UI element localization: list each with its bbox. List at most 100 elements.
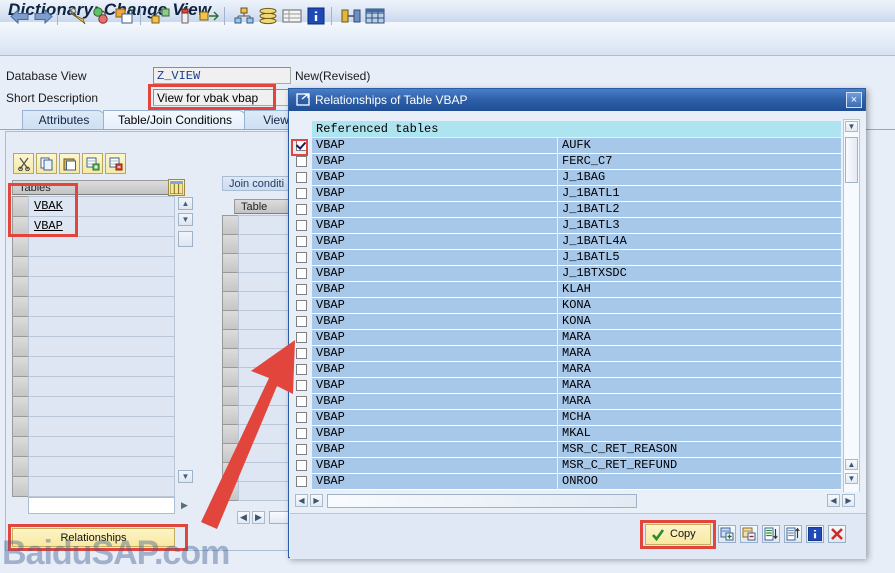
info-icon[interactable]	[305, 5, 327, 27]
table-row-selector[interactable]	[12, 236, 29, 257]
dialog-scroll-thumb[interactable]	[845, 137, 858, 183]
pencil-display-change-icon[interactable]	[66, 5, 88, 27]
grid-icon[interactable]	[364, 5, 386, 27]
database-view-input[interactable]: Z_VIEW	[153, 67, 291, 84]
tables-scroll-up-button[interactable]: ▲	[178, 197, 193, 210]
delete-row-icon[interactable]	[105, 153, 126, 174]
info-icon[interactable]	[806, 525, 824, 543]
table-row-selector[interactable]	[12, 456, 29, 477]
database-object-icon[interactable]	[257, 5, 279, 27]
table-row[interactable]: VBAP J_1BATL5	[290, 250, 866, 266]
hscroll-thumb[interactable]	[327, 494, 637, 508]
copy-icon[interactable]	[36, 153, 57, 174]
table-row[interactable]: VBAP MCHA	[290, 410, 866, 426]
table-row[interactable]	[28, 316, 175, 337]
row-checkbox[interactable]	[296, 172, 307, 183]
hierarchy-icon[interactable]	[233, 5, 255, 27]
table-row[interactable]	[28, 396, 175, 417]
table-contents-icon[interactable]	[281, 5, 303, 27]
table-row[interactable]: VBAP MSR_C_RET_REFUND	[290, 458, 866, 474]
tables-scroll-bottom-button[interactable]: ▼	[178, 470, 193, 483]
table-row-selector[interactable]	[12, 476, 29, 497]
table-row[interactable]	[28, 416, 175, 437]
table-row[interactable]: VBAP FERC_C7	[290, 154, 866, 170]
select-all-icon[interactable]	[718, 525, 736, 543]
table-row[interactable]: VBAP J_1BTXSDC	[290, 266, 866, 282]
dialog-scroll-down-button[interactable]: ▼	[845, 473, 858, 484]
table-row-selector[interactable]	[12, 296, 29, 317]
select-all-columns-icon[interactable]	[168, 179, 185, 196]
dialog-scroll-up-button[interactable]: ▼	[845, 121, 858, 132]
hscroll-right-button-2[interactable]: ▶	[842, 494, 855, 507]
cancel-icon[interactable]	[828, 525, 846, 543]
join-row-selector[interactable]	[222, 253, 239, 273]
table-row[interactable]: VBAP J_1BAG	[290, 170, 866, 186]
join-row-selector[interactable]	[222, 291, 239, 311]
table-row[interactable]: VBAP KONA	[290, 298, 866, 314]
table-row[interactable]: VBAP J_1BATL4A	[290, 234, 866, 250]
deselect-all-icon[interactable]	[740, 525, 758, 543]
row-checkbox[interactable]	[296, 300, 307, 311]
tab-attributes[interactable]: Attributes	[22, 110, 106, 130]
row-checkbox[interactable]	[296, 220, 307, 231]
table-row[interactable]: VBAP KONA	[290, 314, 866, 330]
table-row-selector[interactable]	[12, 376, 29, 397]
table-row-selector[interactable]	[12, 436, 29, 457]
print-preview-icon[interactable]	[174, 5, 196, 27]
back-arrow-icon[interactable]	[8, 5, 30, 27]
technical-settings-icon[interactable]	[340, 5, 362, 27]
table-row[interactable]: VBAP AUFK	[290, 138, 866, 154]
row-checkbox[interactable]	[296, 284, 307, 295]
table-row-selector[interactable]	[12, 256, 29, 277]
table-row[interactable]: VBAP KLAH	[290, 282, 866, 298]
row-checkbox[interactable]	[296, 316, 307, 327]
table-row[interactable]: VBAP MARA	[290, 378, 866, 394]
table-row[interactable]	[28, 276, 175, 297]
table-row[interactable]	[28, 236, 175, 257]
tables-scroll-right-button[interactable]: ▶	[178, 498, 191, 512]
check-consistency-icon[interactable]	[90, 5, 112, 27]
join-row-selector[interactable]	[222, 272, 239, 292]
where-used-list-icon[interactable]	[150, 5, 172, 27]
table-row-selector[interactable]	[12, 316, 29, 337]
row-checkbox[interactable]	[296, 188, 307, 199]
table-row[interactable]: VBAP MARA	[290, 330, 866, 346]
table-row-selector[interactable]	[12, 416, 29, 437]
close-icon[interactable]: ×	[846, 92, 862, 108]
table-row-selector[interactable]	[12, 276, 29, 297]
table-row[interactable]: VBAP MARA	[290, 346, 866, 362]
row-checkbox[interactable]	[296, 156, 307, 167]
table-row-selector[interactable]	[12, 336, 29, 357]
sort-ascending-icon[interactable]	[762, 525, 780, 543]
table-row[interactable]	[28, 256, 175, 277]
tables-scroll-down-button[interactable]: ▼	[178, 213, 193, 226]
join-row-selector[interactable]	[222, 234, 239, 254]
table-row[interactable]: VBAP MARA	[290, 394, 866, 410]
table-row[interactable]: VBAP J_1BATL2	[290, 202, 866, 218]
row-checkbox[interactable]	[296, 204, 307, 215]
table-row[interactable]	[28, 376, 175, 397]
table-row[interactable]	[28, 336, 175, 357]
table-row[interactable]: VBAP MARA	[290, 362, 866, 378]
sort-descending-icon[interactable]	[784, 525, 802, 543]
table-row-selector[interactable]	[12, 356, 29, 377]
tab-table-join-conditions[interactable]: Table/Join Conditions	[103, 110, 247, 130]
join-row-selector[interactable]	[222, 215, 239, 235]
join-row-selector[interactable]	[222, 310, 239, 330]
expand-icon[interactable]	[198, 5, 220, 27]
table-row[interactable]	[28, 436, 175, 457]
table-row[interactable]: VBAP J_1BATL1	[290, 186, 866, 202]
table-row[interactable]	[28, 456, 175, 477]
activate-icon[interactable]	[114, 5, 136, 27]
row-checkbox[interactable]	[296, 268, 307, 279]
table-row-selector[interactable]	[12, 396, 29, 417]
table-row[interactable]: VBAP J_1BATL3	[290, 218, 866, 234]
cut-icon[interactable]	[13, 153, 34, 174]
insert-row-icon[interactable]	[82, 153, 103, 174]
table-row[interactable]	[28, 476, 175, 497]
tables-scroll-thumb[interactable]	[178, 231, 193, 247]
row-checkbox[interactable]	[296, 252, 307, 263]
row-checkbox[interactable]	[296, 236, 307, 247]
forward-arrow-icon[interactable]	[32, 5, 54, 27]
hscroll-right-button[interactable]: ◀	[827, 494, 840, 507]
